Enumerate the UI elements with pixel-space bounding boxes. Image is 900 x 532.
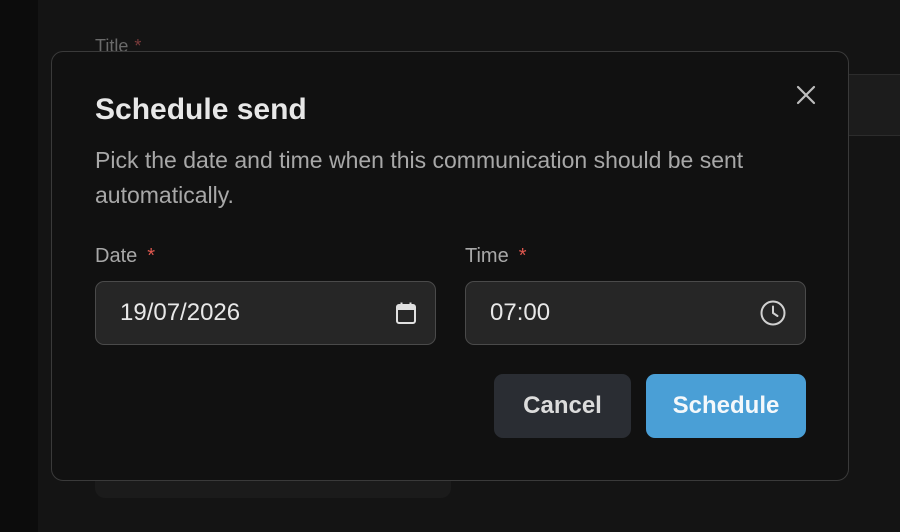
- time-label: Time *: [465, 245, 527, 268]
- date-required-mark: *: [147, 245, 156, 267]
- clock-icon[interactable]: [759, 299, 787, 327]
- time-label-text: Time: [465, 245, 509, 267]
- time-value: 07:00: [490, 299, 551, 326]
- dialog-description: Pick the date and time when this communi…: [95, 147, 744, 208]
- time-required-mark: *: [518, 245, 527, 267]
- date-value: 19/07/2026: [120, 299, 241, 326]
- app-sidebar-edge: [0, 0, 38, 532]
- time-input[interactable]: 07:00: [465, 281, 806, 345]
- schedule-send-dialog: Schedule send Pick the date and time whe…: [51, 51, 849, 481]
- calendar-icon[interactable]: [395, 301, 417, 325]
- close-icon: [796, 85, 816, 105]
- close-button[interactable]: [792, 81, 820, 109]
- date-label-text: Date: [95, 245, 138, 267]
- dialog-title: Schedule send: [95, 93, 307, 126]
- schedule-button[interactable]: Schedule: [646, 374, 806, 438]
- cancel-button[interactable]: Cancel: [494, 374, 631, 438]
- date-label: Date *: [95, 245, 155, 268]
- date-input[interactable]: 19/07/2026: [95, 281, 436, 345]
- background-title-input: [840, 74, 900, 136]
